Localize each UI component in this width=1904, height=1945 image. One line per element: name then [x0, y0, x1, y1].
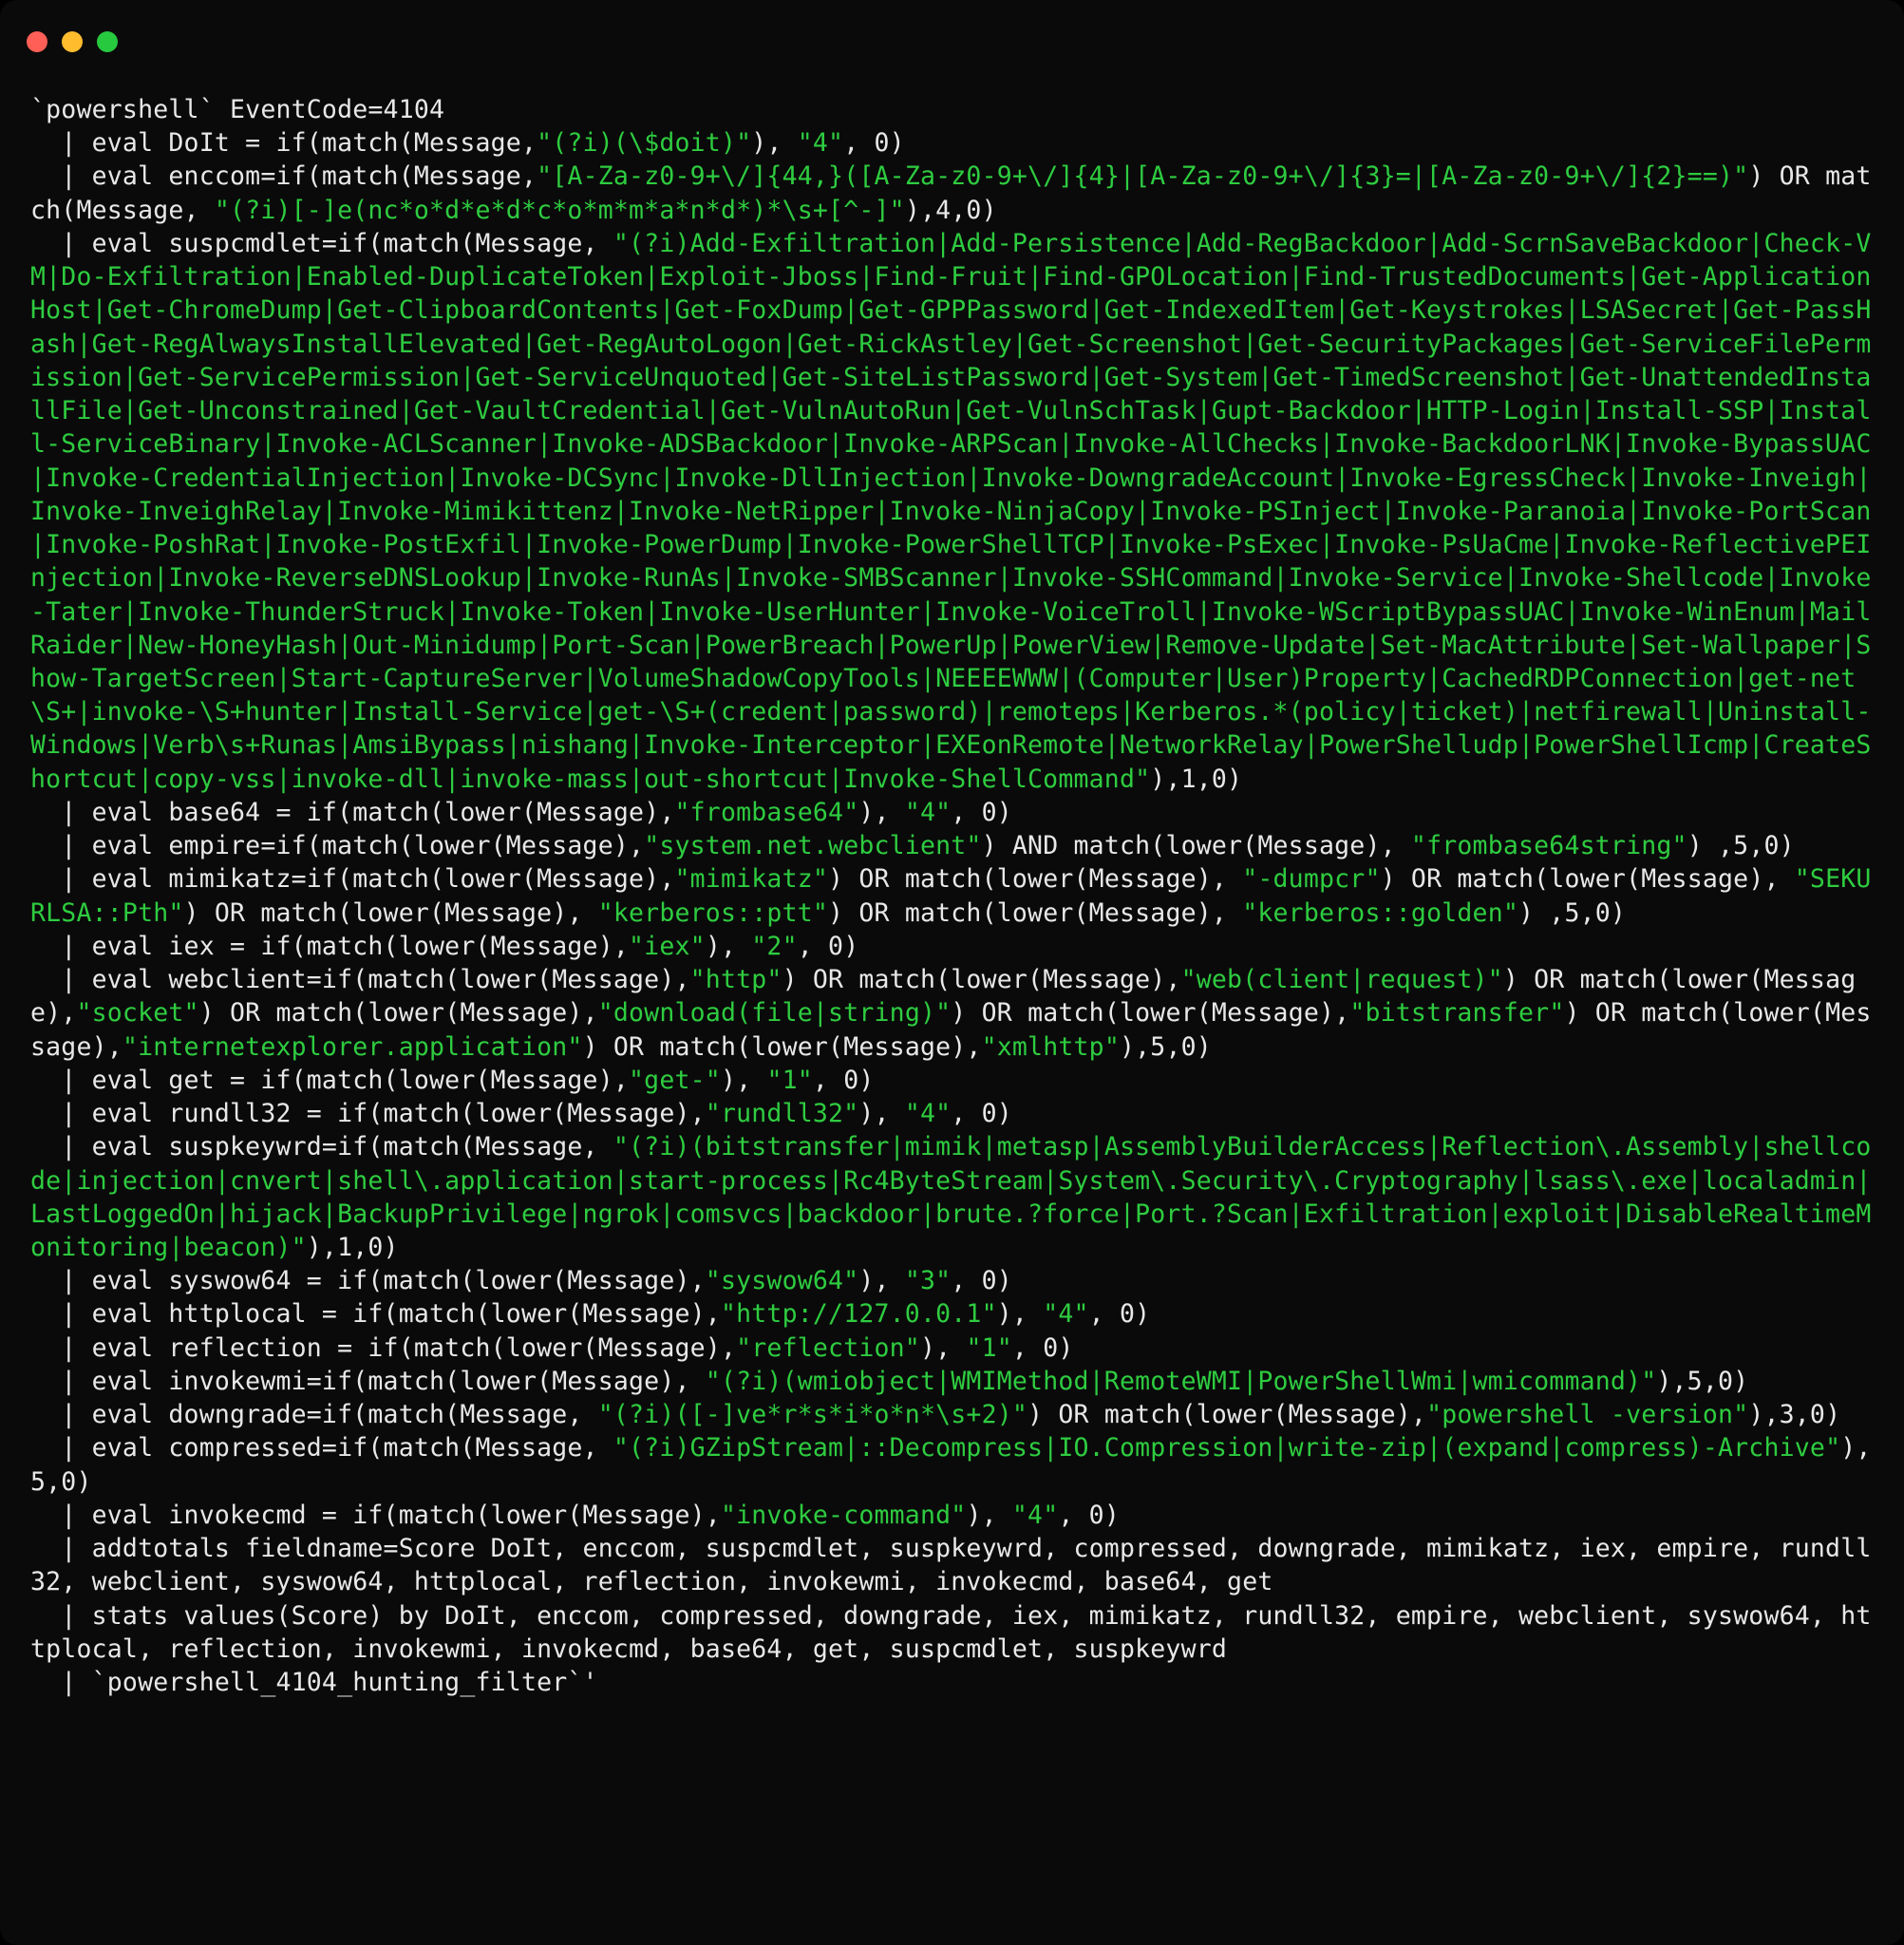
- code-string-token: "-dumpcr": [1242, 864, 1380, 894]
- code-plain-token: ) OR match(lower(Message),: [828, 864, 1242, 894]
- code-plain-token: ) AND match(lower(Message),: [982, 831, 1411, 860]
- code-string-token: "(?i)(\$doit)": [537, 128, 751, 158]
- code-string-token: "frombase64string": [1411, 831, 1687, 860]
- code-string-token: "(?i)[-]e(nc*o*d*e*d*c*o*m*m*a*n*d*)*\s+…: [215, 196, 905, 225]
- code-string-token: "3": [905, 1266, 951, 1295]
- code-string-token: "4": [798, 128, 843, 158]
- code-plain-token: ),: [858, 1266, 904, 1295]
- code-string-token: "powershell -version": [1426, 1400, 1748, 1429]
- code-plain-token: ),: [997, 1299, 1043, 1329]
- code-string-token: "(?i)GZipStream|::Decompress|IO.Compress…: [613, 1433, 1840, 1463]
- code-string-token: "rundll32": [706, 1099, 859, 1128]
- code-string-token: "4": [1043, 1299, 1088, 1329]
- code-plain-token: ) OR match(lower(Message),: [1027, 1400, 1426, 1429]
- terminal-window: `powershell` EventCode=4104 | eval DoIt …: [0, 0, 1904, 1945]
- minimize-icon[interactable]: [62, 31, 83, 52]
- code-string-token: "kerberos::ptt": [598, 898, 828, 928]
- code-string-token: "xmlhttp": [982, 1032, 1120, 1062]
- close-icon[interactable]: [27, 31, 47, 52]
- code-plain-token: ) OR match(lower(Message),: [184, 898, 598, 928]
- window-titlebar: [0, 0, 1904, 65]
- code-string-token: "system.net.webclient": [644, 831, 981, 860]
- code-string-token: "4": [905, 1099, 951, 1128]
- code-string-token: "[A-Za-z0-9+\/]{44,}([A-Za-z0-9+\/]{4}|[…: [537, 161, 1748, 191]
- code-string-token: "(?i)Add-Exfiltration|Add-Persistence|Ad…: [30, 229, 1872, 794]
- code-string-token: "mimikatz": [675, 864, 829, 894]
- code-plain-token: ),: [751, 128, 797, 158]
- code-string-token: "2": [751, 932, 797, 961]
- code-plain-token: ),: [721, 1066, 766, 1095]
- code-plain-token: ),: [920, 1333, 966, 1363]
- code-string-token: "(?i)([-]ve*r*s*i*o*n*\s+2)": [598, 1400, 1027, 1429]
- code-plain-token: ) OR match(lower(Message),: [199, 998, 598, 1028]
- code-string-token: "1": [966, 1333, 1011, 1363]
- code-string-token: "bitstransfer": [1349, 998, 1564, 1028]
- code-plain-token: ) OR match(lower(Message),: [583, 1032, 982, 1062]
- zoom-icon[interactable]: [97, 31, 118, 52]
- code-plain-token: ) OR match(lower(Message),: [828, 898, 1242, 928]
- code-string-token: "http": [690, 965, 782, 994]
- code-plain-token: ) OR match(lower(Message),: [1381, 864, 1795, 894]
- code-string-token: "frombase64": [675, 798, 859, 827]
- code-plain-token: ),: [858, 1099, 904, 1128]
- code-plain-token: ),: [966, 1501, 1011, 1530]
- code-string-token: "iex": [629, 932, 706, 961]
- code-string-token: "web(client|request)": [1181, 965, 1503, 994]
- code-string-token: "http://127.0.0.1": [721, 1299, 997, 1329]
- code-plain-token: ),: [858, 798, 904, 827]
- code-string-token: "syswow64": [706, 1266, 859, 1295]
- code-string-token: "1": [766, 1066, 812, 1095]
- code-string-token: "reflection": [736, 1333, 920, 1363]
- code-string-token: "4": [1012, 1501, 1058, 1530]
- code-block: `powershell` EventCode=4104 | eval DoIt …: [0, 65, 1904, 1729]
- code-plain-token: ) OR match(lower(Message),: [782, 965, 1181, 994]
- code-plain-token: ),: [706, 932, 751, 961]
- code-string-token: "kerberos::golden": [1242, 898, 1518, 928]
- code-string-token: "internetexplorer.application": [123, 1032, 583, 1062]
- code-string-token: "(?i)(wmiobject|WMIMethod|RemoteWMI|Powe…: [706, 1367, 1657, 1396]
- code-plain-token: `powershell` EventCode=4104 | eval DoIt …: [30, 95, 537, 158]
- code-plain-token: ) OR match(lower(Message),: [951, 998, 1349, 1028]
- code-string-token: "4": [905, 798, 951, 827]
- code-string-token: "get-": [629, 1066, 721, 1095]
- code-string-token: "download(file|string)": [598, 998, 952, 1028]
- code-string-token: "invoke-command": [721, 1501, 966, 1530]
- code-string-token: "socket": [76, 998, 198, 1028]
